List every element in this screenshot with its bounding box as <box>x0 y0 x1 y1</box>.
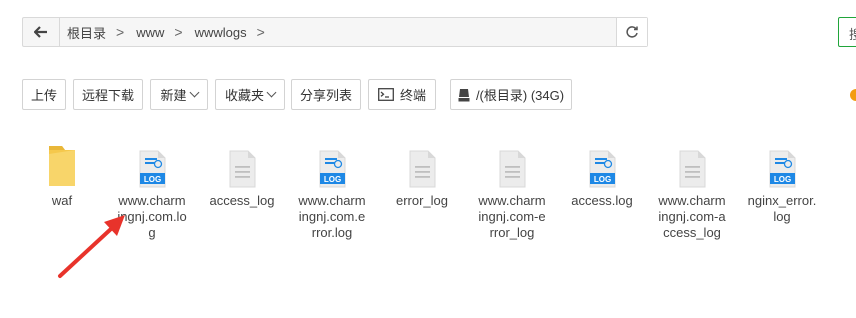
annotation-arrow <box>58 215 125 278</box>
